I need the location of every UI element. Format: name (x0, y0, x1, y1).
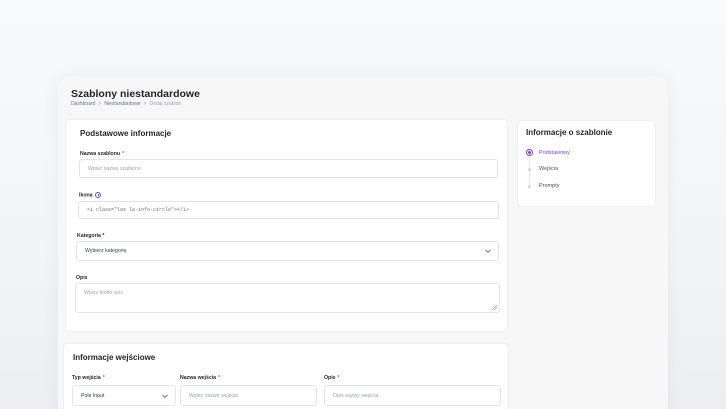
input-name-label: Nazwa wejścia * (180, 375, 221, 381)
resize-handle-icon[interactable] (492, 305, 497, 310)
chevron-down-icon (485, 247, 491, 254)
template-info-card: Informacje o szablonie Podstawowy Wejści… (517, 120, 656, 207)
breadcrumb-current: Dodaj szablon (149, 101, 182, 107)
step-dot-icon (528, 167, 531, 171)
step-prompts[interactable]: Prompty (526, 183, 559, 189)
description-placeholder: Wpisz krótki opis (84, 290, 123, 296)
chevron-down-icon (162, 391, 168, 398)
breadcrumb-dashboard[interactable]: Dashboard (71, 101, 95, 107)
input-type-label: Typ wejścia * (72, 375, 105, 381)
breadcrumb-separator-icon: > (98, 101, 102, 107)
input-type-value: Pole Input (81, 392, 105, 399)
description-label: Opis (76, 275, 88, 281)
template-info-title: Informacje o szablonie (526, 128, 613, 137)
breadcrumb: Dashboard > Niestandardowe > Dodaj szabl… (71, 101, 181, 107)
input-desc-label: Opis * (324, 375, 340, 381)
breadcrumb-separator-icon: > (143, 101, 147, 107)
step-basic[interactable]: Podstawowy (526, 149, 570, 156)
input-info-title: Informacje wejściowe (73, 353, 156, 362)
step-dot-icon (528, 184, 531, 188)
step-basic-label: Podstawowy (539, 149, 570, 156)
basic-info-card: Podstawowe informacje Nazwa szablonu * Wp… (65, 119, 508, 332)
input-type-select[interactable]: Pole Input (72, 385, 176, 406)
icon-input[interactable]: <i class="las la-info-circle"></i> (78, 201, 499, 219)
info-circle-icon (94, 191, 101, 198)
category-select[interactable]: Wybierz kategorię (76, 241, 499, 261)
icon-label: Ikona (79, 191, 101, 198)
breadcrumb-custom[interactable]: Niestandardowe (104, 101, 140, 107)
input-info-card: Informacje wejściowe Typ wejścia * Pole I… (63, 343, 509, 409)
basic-info-title: Podstawowe informacje (80, 129, 172, 138)
description-textarea[interactable]: Wpisz krótki opis (75, 283, 500, 313)
step-inputs[interactable]: Wejścia (526, 166, 558, 172)
input-desc-field[interactable]: Opis nazwy wejścia (324, 385, 501, 406)
category-select-value: Wybierz kategorię (85, 248, 127, 254)
template-name-label: Nazwa szablonu * (80, 151, 125, 157)
input-name-field[interactable]: Wpisz nazwę wejścia (180, 385, 317, 406)
category-label: Kategoria * (77, 233, 105, 239)
page-title: Szablony niestandardowe (71, 88, 200, 100)
step-prompts-label: Prompty (539, 183, 560, 189)
step-inputs-label: Wejścia (539, 166, 559, 172)
template-name-input[interactable]: Wpisz nazwę szablonu (79, 159, 498, 178)
active-step-icon (526, 149, 533, 156)
